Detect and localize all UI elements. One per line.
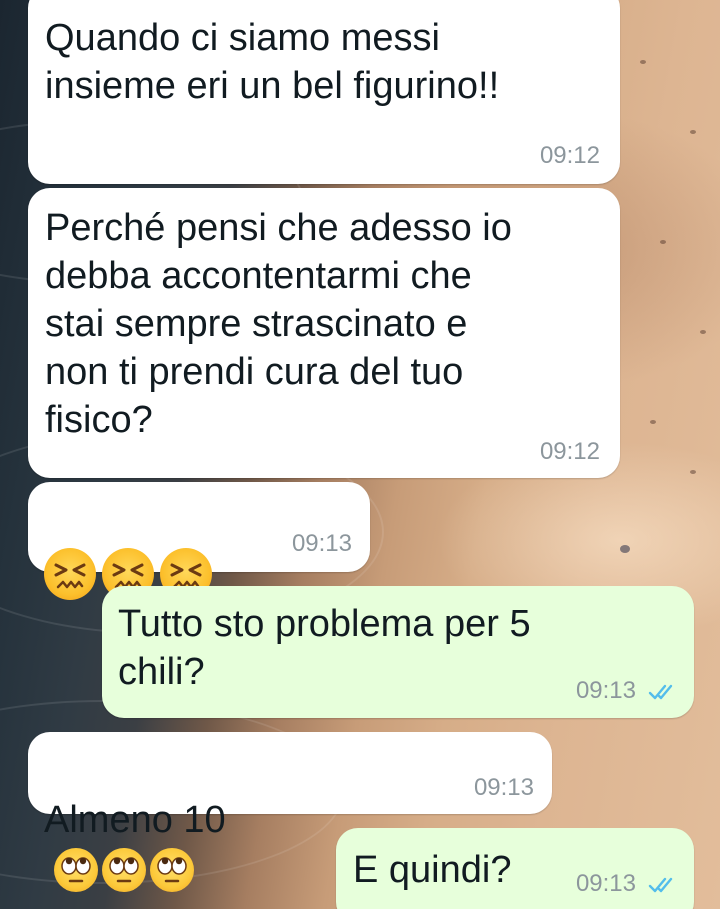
read-receipt-icon (648, 877, 673, 893)
message-bubble-incoming[interactable]: Perché pensi che adesso io debba acconte… (28, 188, 620, 478)
message-row: Almeno 10 (44, 748, 226, 892)
message-text: E quindi? (353, 849, 512, 891)
wallpaper-pebble (700, 330, 706, 334)
wallpaper-figure (620, 545, 630, 553)
wallpaper-pebble (690, 130, 696, 134)
message-bubble-incoming[interactable]: 09:13 (28, 482, 370, 600)
message-text: Perché pensi che adesso io debba acconte… (45, 207, 512, 441)
message-text: Quando ci siamo messi insieme eri un bel… (45, 17, 500, 107)
message-bubble-outgoing[interactable]: Tutto sto problema per 5 chili? 09:13 (102, 586, 694, 718)
wallpaper-pebble (650, 420, 656, 424)
wallpaper-pebble (660, 240, 666, 244)
emoji-row (44, 500, 218, 600)
message-bubble-incoming[interactable]: Almeno 10 09:13 (28, 732, 552, 892)
message-time: 09:12 (539, 438, 600, 465)
message-bubble-outgoing[interactable]: E quindi? 09:13 (336, 828, 694, 909)
message-text: Tutto sto problema per 5 chili? (118, 603, 531, 693)
message-time: 09:13 (575, 870, 636, 897)
rolling-eyes-emoji (150, 847, 194, 892)
message-time: 09:13 (575, 677, 636, 704)
confounded-face-emoji (44, 548, 96, 600)
message-time: 09:13 (473, 774, 534, 801)
wallpaper-pebble (690, 470, 696, 474)
read-receipt-icon (648, 684, 673, 700)
rolling-eyes-emoji (54, 847, 98, 892)
wallpaper-pebble (640, 60, 646, 64)
message-time: 09:13 (291, 530, 352, 557)
rolling-eyes-emoji (102, 847, 146, 892)
message-time: 09:12 (539, 142, 600, 169)
message-text: Almeno 10 (44, 799, 226, 841)
message-bubble-incoming[interactable]: Quando ci siamo messi insieme eri un bel… (28, 0, 620, 184)
